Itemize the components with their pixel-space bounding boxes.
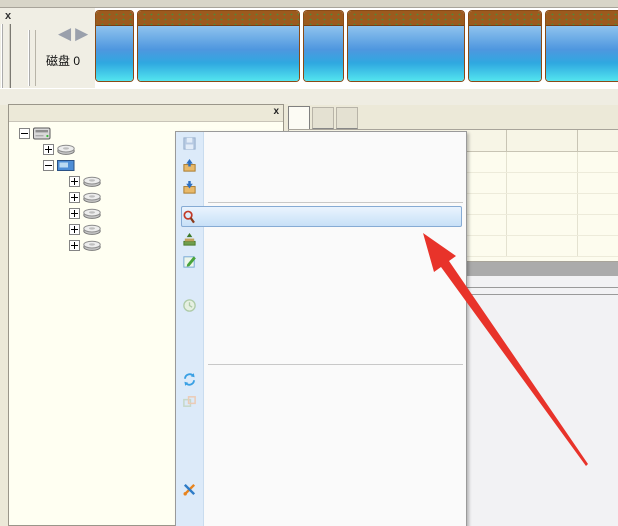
menu-item[interactable] — [176, 250, 466, 272]
clock-icon — [181, 297, 197, 313]
filesystem-cell — [507, 236, 578, 256]
block-cap — [138, 11, 299, 26]
convert-mbr-icon — [181, 393, 197, 409]
collapse-minus-icon[interactable] — [43, 160, 54, 171]
menu-separator — [176, 360, 466, 368]
convert-guid-icon — [181, 371, 197, 387]
toolbar-grip[interactable] — [28, 30, 36, 86]
expand-plus-icon[interactable] — [43, 144, 54, 155]
restore-icon — [181, 179, 197, 195]
menu-item — [176, 500, 466, 522]
menu-item[interactable] — [176, 176, 466, 198]
partition-id-cell — [578, 236, 618, 256]
window-top-strip — [0, 0, 618, 8]
edit-icon — [181, 253, 197, 269]
menu-item — [176, 132, 466, 154]
expand-plus-icon[interactable] — [69, 176, 80, 187]
disk-overview-toolbar: x ◀▶ 磁盘 0 — [0, 8, 618, 88]
menu-item — [176, 390, 466, 412]
menu-item — [176, 294, 466, 316]
filesystem-cell — [507, 215, 578, 235]
disk-context-menu — [175, 131, 467, 526]
toolbar-close-icon[interactable]: x — [2, 10, 14, 22]
dock-grip[interactable] — [1, 24, 11, 88]
expand-plus-icon[interactable] — [69, 224, 80, 235]
menu-item[interactable] — [176, 368, 466, 390]
menu-item[interactable] — [176, 206, 466, 228]
diskgenius-window: x ◀▶ 磁盘 0 x — [0, 0, 618, 526]
tab-browse-files[interactable] — [312, 107, 334, 129]
expand-plus-icon[interactable] — [69, 192, 80, 203]
file-recovery-icon — [181, 231, 197, 247]
disk-nav-arrows: ◀▶ — [58, 24, 92, 44]
expand-plus-icon[interactable] — [69, 208, 80, 219]
block-cap — [348, 11, 464, 26]
block-cap — [469, 11, 541, 26]
prev-disk-arrow-icon[interactable]: ◀ — [58, 24, 75, 43]
disk-icon — [83, 224, 101, 235]
menu-separator — [176, 198, 466, 206]
backup-icon — [181, 157, 197, 173]
disk-icon — [83, 240, 101, 251]
partition-id-cell — [578, 194, 618, 214]
partition-g[interactable] — [468, 10, 542, 82]
menu-item — [176, 412, 466, 434]
expand-plus-icon[interactable] — [69, 240, 80, 251]
partition-id-cell — [578, 215, 618, 235]
menu-item[interactable] — [176, 316, 466, 338]
partition-icon — [57, 159, 75, 172]
tree-panel-header: x — [9, 105, 283, 122]
menu-item[interactable] — [176, 272, 466, 294]
disk-icon — [83, 208, 101, 219]
detail-tabs — [288, 106, 618, 129]
table-column-header[interactable] — [578, 130, 618, 151]
block-cap — [96, 11, 133, 26]
tab-sector-edit[interactable] — [336, 107, 358, 129]
menu-item[interactable] — [176, 434, 466, 456]
tools-icon — [181, 481, 197, 497]
partition-logical-clipped[interactable] — [303, 10, 344, 82]
partition-d[interactable] — [137, 10, 300, 82]
menu-item[interactable] — [176, 228, 466, 250]
partition-id-cell — [578, 152, 618, 172]
partition-blocks-bar — [95, 8, 618, 88]
partition-c-clipped[interactable] — [95, 10, 134, 82]
search-icon — [181, 209, 197, 225]
next-disk-arrow-icon[interactable]: ▶ — [75, 24, 92, 43]
menu-item[interactable] — [176, 154, 466, 176]
harddisk-icon — [33, 127, 51, 140]
filesystem-cell — [507, 173, 578, 193]
partition-clipped-right[interactable] — [545, 10, 618, 82]
filesystem-cell — [507, 152, 578, 172]
disk-icon — [83, 192, 101, 203]
menu-item[interactable] — [176, 478, 466, 500]
block-cap — [304, 11, 343, 26]
menu-highlight — [181, 206, 462, 227]
partition-e[interactable] — [347, 10, 465, 82]
disk-icon — [57, 144, 75, 155]
menu-item[interactable] — [176, 456, 466, 478]
disk-number-label: 磁盘 0 — [46, 52, 80, 69]
disk-info-bar — [0, 88, 618, 105]
disk-icon — [83, 176, 101, 187]
menu-item[interactable] — [176, 338, 466, 360]
partition-id-cell — [578, 173, 618, 193]
tab-partition-params[interactable] — [288, 106, 310, 129]
save-icon — [181, 135, 197, 151]
tree-close-icon[interactable]: x — [273, 106, 279, 117]
table-column-header[interactable] — [507, 130, 578, 151]
collapse-minus-icon[interactable] — [19, 128, 30, 139]
filesystem-cell — [507, 194, 578, 214]
block-cap — [546, 11, 618, 26]
